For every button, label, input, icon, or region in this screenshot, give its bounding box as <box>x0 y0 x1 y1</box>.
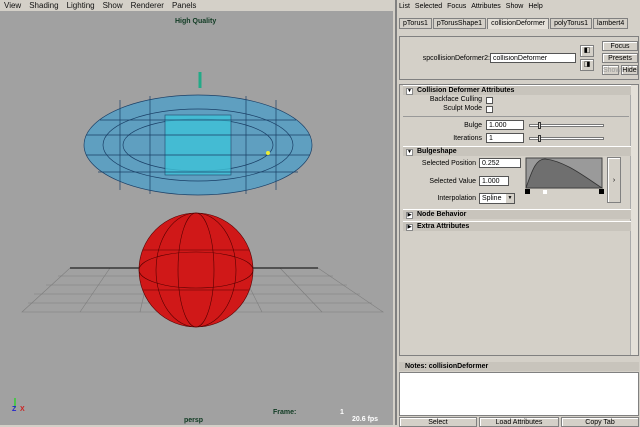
interpolation-label: Interpolation <box>437 195 476 202</box>
backface-culling-checkbox[interactable] <box>486 97 493 104</box>
viewport-menu: View Shading Lighting Show Renderer Panels <box>0 0 393 11</box>
iterations-label: Iterations <box>453 135 482 142</box>
scene <box>14 72 384 408</box>
collapse-icon[interactable]: ▼ <box>406 149 413 156</box>
tab-ptorusshape1[interactable]: pTorusShape1 <box>432 18 487 29</box>
selected-value-label: Selected Value <box>429 178 476 185</box>
sphere <box>138 212 254 328</box>
menu-renderer[interactable]: Renderer <box>131 1 164 10</box>
viewport[interactable]: View Shading Lighting Show Renderer Panels Hi… <box>0 0 393 425</box>
frame-label: Frame: <box>273 409 297 416</box>
axis-x-label: X <box>20 406 25 413</box>
ramp-point-selected <box>543 190 547 194</box>
menu-lighting[interactable]: Lighting <box>67 1 95 10</box>
menu-help[interactable]: Help <box>528 3 542 10</box>
node-header: spcollisionDeformer2: ◧ ◨ Focus Presets … <box>399 36 639 80</box>
menu-panels[interactable]: Panels <box>172 1 196 10</box>
node-name-label: spcollisionDeformer2: <box>422 55 490 62</box>
bulge-slider-handle[interactable] <box>538 122 541 129</box>
section-bulgeshape[interactable]: ▼ Bulgeshape <box>403 146 631 156</box>
output-connection-icon[interactable]: ◨ <box>580 59 594 71</box>
select-button[interactable]: Select <box>399 417 477 427</box>
interpolation-dropdown[interactable]: Spline ▼ <box>479 193 515 204</box>
ramp-point <box>599 189 604 194</box>
focus-button[interactable]: Focus <box>602 41 638 51</box>
menu-selected[interactable]: Selected <box>415 3 442 10</box>
menu-focus[interactable]: Focus <box>447 3 466 10</box>
notes-textarea[interactable] <box>399 372 639 416</box>
menu-show[interactable]: Show <box>506 3 524 10</box>
expand-icon[interactable]: ▶ <box>406 224 413 231</box>
section-node-behavior[interactable]: ▶ Node Behavior <box>403 209 631 219</box>
backface-culling-label: Backface Culling <box>429 96 482 103</box>
fps-label: 20.6 fps <box>352 416 379 423</box>
ramp-expand-button[interactable]: › <box>607 157 621 203</box>
torus <box>83 94 313 196</box>
selected-position-input[interactable] <box>479 158 521 168</box>
ramp-point <box>525 189 530 194</box>
section-collision-deformer[interactable]: ▼ Collision Deformer Attributes <box>403 85 631 95</box>
frame-value: 1 <box>340 409 344 416</box>
menu-show[interactable]: Show <box>103 1 123 10</box>
tab-collisiondeformer[interactable]: collisionDeformer <box>487 18 550 29</box>
attributes-scroll-area: ▼ Collision Deformer Attributes Backface … <box>399 84 639 356</box>
axis-z-label: Z <box>12 406 17 413</box>
menu-list[interactable]: List <box>399 3 410 10</box>
input-connection-icon[interactable]: ◧ <box>580 45 594 57</box>
iterations-input[interactable] <box>486 133 524 143</box>
iterations-slider-handle[interactable] <box>538 135 541 142</box>
hide-button[interactable]: Hide <box>621 65 638 75</box>
expand-icon[interactable]: ▶ <box>406 212 413 219</box>
show-button[interactable]: Show <box>602 65 621 75</box>
interpolation-value: Spline <box>482 195 502 202</box>
section-title: Node Behavior <box>417 211 467 218</box>
load-attributes-button[interactable]: Load Attributes <box>479 417 559 427</box>
sculpt-mode-label: Sculpt Mode <box>443 105 482 112</box>
menu-view[interactable]: View <box>4 1 21 10</box>
menu-attributes[interactable]: Attributes <box>471 3 501 10</box>
scrollbar[interactable] <box>630 85 638 355</box>
node-name-input[interactable] <box>490 53 576 63</box>
sculpt-mode-checkbox[interactable] <box>486 106 493 113</box>
menu-shading[interactable]: Shading <box>29 1 58 10</box>
section-title: Extra Attributes <box>417 223 470 230</box>
tab-lambert4[interactable]: lambert4 <box>593 18 629 29</box>
copy-tab-button[interactable]: Copy Tab <box>561 417 639 427</box>
tab-polytorus1[interactable]: polyTorus1 <box>550 18 592 29</box>
bulge-input[interactable] <box>486 120 524 130</box>
section-title: Bulgeshape <box>417 148 457 155</box>
tab-ptorus1[interactable]: pTorus1 <box>399 18 432 29</box>
section-title: Collision Deformer Attributes <box>417 87 515 94</box>
notes-label: Notes: collisionDeformer <box>399 362 639 371</box>
quality-label: High Quality <box>175 18 217 25</box>
bulge-label: Bulge <box>464 122 482 129</box>
bulge-ramp-graph[interactable] <box>525 157 605 199</box>
section-extra-attributes[interactable]: ▶ Extra Attributes <box>403 221 631 231</box>
attr-menu: List Selected Focus Attributes Show Help <box>399 3 548 10</box>
camera-label: persp <box>184 417 204 424</box>
attribute-editor: List Selected Focus Attributes Show Help pTor… <box>395 0 640 427</box>
collapse-icon[interactable]: ▼ <box>406 88 413 95</box>
selected-position-label: Selected Position <box>421 160 476 167</box>
node-tabs: pTorus1 pTorusShape1 collisionDeformer p… <box>399 18 629 29</box>
chevron-down-icon: ▼ <box>506 194 514 203</box>
presets-button[interactable]: Presets <box>602 53 638 63</box>
selected-value-input[interactable] <box>479 176 509 186</box>
